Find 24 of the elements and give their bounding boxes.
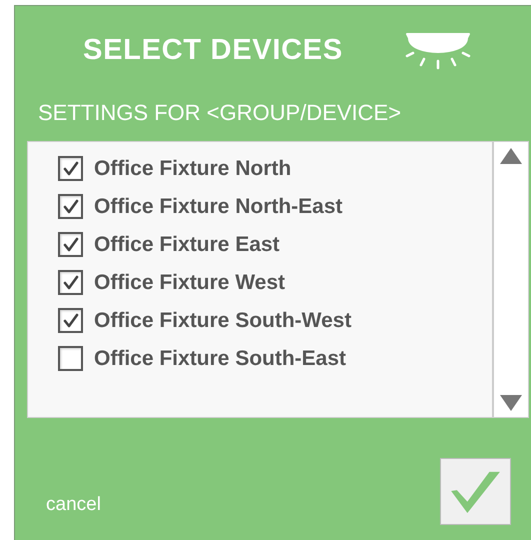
device-option[interactable]: Office Fixture North-East xyxy=(58,192,343,221)
checkmark-icon xyxy=(448,470,502,514)
dialog-title: SELECT DEVICES xyxy=(83,33,343,68)
scroll-up-icon[interactable] xyxy=(500,148,522,164)
settings-subtitle: SETTINGS FOR <GROUP/DEVICE> xyxy=(38,99,402,127)
checkbox[interactable] xyxy=(58,308,83,333)
checkbox[interactable] xyxy=(58,232,83,257)
checkbox[interactable] xyxy=(58,194,83,219)
ceiling-lamp-icon xyxy=(404,32,471,70)
scrollbar[interactable] xyxy=(492,142,528,417)
checkbox[interactable] xyxy=(58,156,83,181)
checkbox[interactable] xyxy=(58,346,83,371)
checkmark-icon xyxy=(60,234,80,254)
scroll-down-icon[interactable] xyxy=(500,395,522,411)
checkbox[interactable] xyxy=(58,270,83,295)
checkmark-icon xyxy=(60,196,80,216)
device-option[interactable]: Office Fixture South-East xyxy=(58,344,346,373)
checkmark-icon xyxy=(60,272,80,292)
device-option[interactable]: Office Fixture West xyxy=(58,268,285,297)
device-option[interactable]: Office Fixture East xyxy=(58,230,280,259)
device-option[interactable]: Office Fixture North xyxy=(58,154,292,183)
checkmark-icon xyxy=(60,310,80,330)
checkmark-icon xyxy=(60,158,80,178)
device-option[interactable]: Office Fixture South-West xyxy=(58,306,352,335)
